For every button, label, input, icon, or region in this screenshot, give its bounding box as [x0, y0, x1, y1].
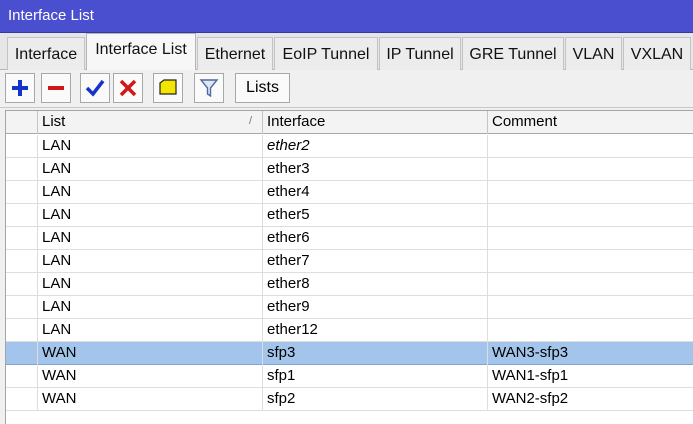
interface-list-table: List / Interface Comment LAN ether2 LAN eth… [5, 110, 693, 424]
cell-comment [488, 273, 693, 296]
cell-list: LAN [38, 319, 263, 342]
row-marker [6, 342, 38, 365]
tab-bar: Interface Interface List Ethernet EoIP T… [0, 33, 693, 70]
cell-interface: ether8 [263, 273, 488, 296]
column-header-interface[interactable]: Interface [263, 111, 488, 134]
row-marker [6, 181, 38, 204]
row-marker [6, 296, 38, 319]
disable-button[interactable] [113, 73, 143, 103]
cell-list: LAN [38, 181, 263, 204]
tab-interface[interactable]: Interface [7, 37, 85, 70]
row-marker [6, 250, 38, 273]
window-title: Interface List [0, 0, 693, 33]
cell-comment: WAN3-sfp3 [492, 344, 569, 361]
cell-interface: ether7 [263, 250, 488, 273]
cell-interface: sfp3 [263, 342, 488, 365]
row-marker [6, 365, 38, 388]
row-marker [6, 388, 38, 411]
tab-vlan[interactable]: VLAN [565, 37, 622, 70]
cell-comment [488, 250, 693, 273]
cell-list: LAN [38, 158, 263, 181]
remove-button[interactable] [41, 73, 71, 103]
filter-button[interactable] [194, 73, 224, 103]
cell-list: LAN [38, 135, 263, 158]
cell-list: LAN [38, 227, 263, 250]
cell-comment [488, 204, 693, 227]
tab-interface-list[interactable]: Interface List [86, 33, 196, 70]
cell-comment: WAN1-sfp1 [492, 367, 569, 384]
cell-interface: sfp1 [263, 365, 488, 388]
cell-interface: sfp2 [263, 388, 488, 411]
table-row[interactable]: WAN sfp1 WAN1-sfp1 [6, 365, 693, 388]
tab-vxlan[interactable]: VXLAN [623, 37, 691, 70]
tab-eoip-tunnel[interactable]: EoIP Tunnel [274, 37, 378, 70]
cell-list: WAN [38, 365, 263, 388]
row-marker [6, 273, 38, 296]
column-header-blank[interactable] [6, 111, 38, 134]
table-header: List / Interface Comment [6, 111, 693, 134]
cell-interface: ether4 [263, 181, 488, 204]
funnel-icon [199, 79, 219, 98]
row-marker [6, 158, 38, 181]
cell-comment: WAN2-sfp2 [492, 390, 569, 407]
tab-gre-tunnel[interactable]: GRE Tunnel [462, 37, 564, 70]
tab-ethernet[interactable]: Ethernet [197, 37, 273, 70]
minus-icon [48, 86, 64, 90]
note-icon [159, 79, 177, 95]
cell-list: WAN [38, 342, 263, 365]
x-icon [119, 79, 137, 97]
cell-comment [488, 296, 693, 319]
cell-interface: ether6 [263, 227, 488, 250]
table-row[interactable]: LAN ether8 [6, 273, 693, 296]
column-header-comment[interactable]: Comment [488, 111, 693, 134]
table-row[interactable]: LAN ether4 [6, 181, 693, 204]
cell-interface: ether12 [263, 319, 488, 342]
cell-interface: ether9 [263, 296, 488, 319]
cell-interface: ether5 [263, 204, 488, 227]
cell-interface: ether2 [263, 135, 488, 158]
tab-ip-tunnel[interactable]: IP Tunnel [379, 37, 461, 70]
row-marker [6, 319, 38, 342]
row-marker [6, 227, 38, 250]
table-row[interactable]: LAN ether5 [6, 204, 693, 227]
cell-list: WAN [38, 388, 263, 411]
check-icon [85, 79, 105, 97]
column-header-list-label: List [42, 113, 66, 130]
enable-button[interactable] [80, 73, 110, 103]
table-row[interactable]: WAN sfp2 WAN2-sfp2 [6, 388, 693, 411]
add-button[interactable] [5, 73, 35, 103]
lists-button[interactable]: Lists [235, 73, 290, 103]
cell-list: LAN [38, 204, 263, 227]
cell-interface: ether3 [263, 158, 488, 181]
table-row[interactable]: LAN ether6 [6, 227, 693, 250]
table-row[interactable]: LAN ether12 [6, 319, 693, 342]
row-marker [6, 135, 38, 158]
sort-indicator-icon: / [248, 115, 252, 127]
cell-comment [488, 181, 693, 204]
table-row[interactable]: WAN sfp3 WAN3-sfp3 [6, 342, 693, 365]
cell-comment [488, 158, 693, 181]
cell-comment [488, 319, 693, 342]
table-row[interactable]: LAN ether2 [6, 135, 693, 158]
cell-list: LAN [38, 296, 263, 319]
toolbar: Lists [0, 70, 693, 108]
plus-icon [12, 80, 28, 96]
cell-list: LAN [38, 250, 263, 273]
table-row[interactable]: LAN ether3 [6, 158, 693, 181]
cell-comment [488, 135, 693, 158]
table-row[interactable]: LAN ether9 [6, 296, 693, 319]
cell-list: LAN [38, 273, 263, 296]
comment-button[interactable] [153, 73, 183, 103]
row-marker [6, 204, 38, 227]
cell-comment [488, 227, 693, 250]
column-header-list[interactable]: List / [38, 111, 263, 134]
table-row[interactable]: LAN ether7 [6, 250, 693, 273]
